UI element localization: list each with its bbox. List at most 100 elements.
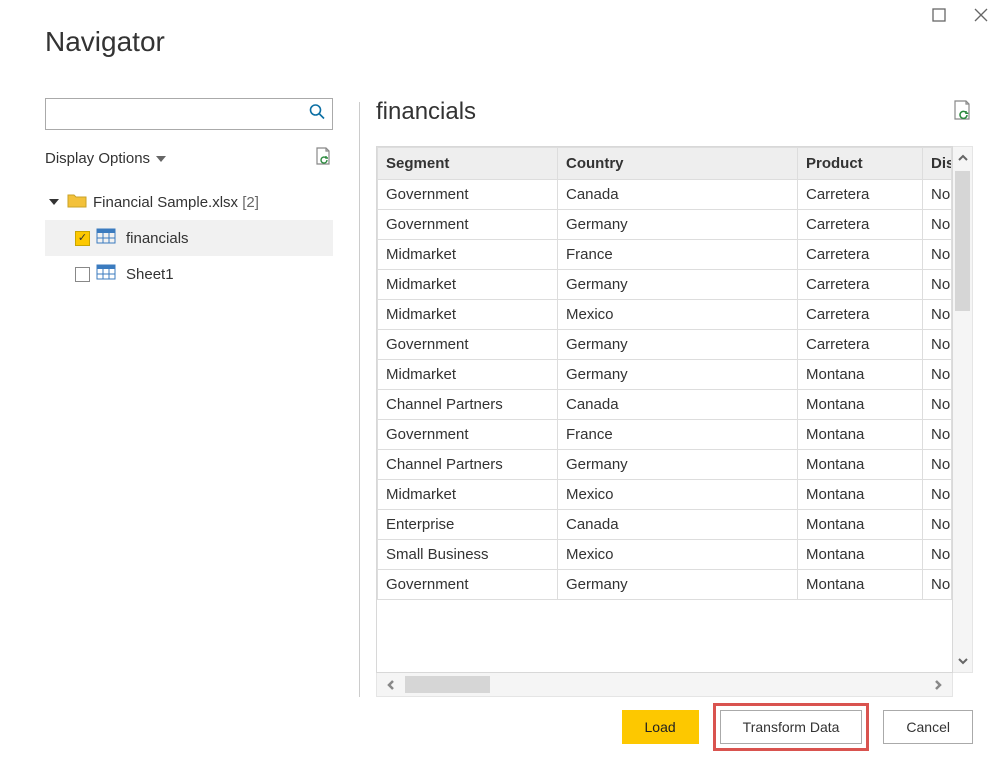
panel-divider [359, 102, 360, 697]
table-row[interactable]: MidmarketGermanyCarreteraNo [378, 270, 952, 300]
table-cell: Midmarket [378, 240, 558, 270]
search-input[interactable] [46, 99, 332, 129]
table-cell: Montana [798, 510, 923, 540]
window-maximize-icon[interactable] [930, 6, 948, 24]
table-cell: Canada [558, 180, 798, 210]
scroll-down-icon[interactable] [953, 650, 972, 672]
table-cell: No [923, 240, 952, 270]
horizontal-scroll-thumb[interactable] [405, 676, 490, 693]
window-close-icon[interactable] [972, 6, 990, 24]
table-cell: Government [378, 330, 558, 360]
table-cell: Enterprise [378, 510, 558, 540]
table-cell: Montana [798, 360, 923, 390]
scroll-left-icon[interactable] [377, 673, 405, 696]
table-row[interactable]: Channel PartnersGermanyMontanaNo [378, 450, 952, 480]
vertical-scroll-thumb[interactable] [955, 171, 970, 311]
column-header[interactable]: Discou [923, 148, 952, 180]
table-cell: Germany [558, 360, 798, 390]
search-icon[interactable] [308, 103, 326, 126]
caret-down-icon [156, 156, 166, 162]
table-cell: No [923, 450, 952, 480]
table-cell: Germany [558, 270, 798, 300]
table-cell: No [923, 540, 952, 570]
table-cell: Mexico [558, 540, 798, 570]
horizontal-scrollbar[interactable] [376, 673, 953, 697]
table-row[interactable]: MidmarketMexicoMontanaNo [378, 480, 952, 510]
scroll-right-icon[interactable] [924, 673, 952, 696]
table-cell: Carretera [798, 210, 923, 240]
tree-checkbox[interactable]: ✓ [75, 231, 90, 246]
transform-data-button[interactable]: Transform Data [720, 710, 863, 744]
table-cell: No [923, 360, 952, 390]
tree-item[interactable]: Sheet1 [45, 256, 333, 292]
table-cell: Carretera [798, 330, 923, 360]
table-cell: Channel Partners [378, 390, 558, 420]
table-cell: Mexico [558, 480, 798, 510]
search-input-wrapper [45, 98, 333, 130]
table-cell: Montana [798, 540, 923, 570]
table-cell: No [923, 420, 952, 450]
column-header[interactable]: Segment [378, 148, 558, 180]
table-row[interactable]: Channel PartnersCanadaMontanaNo [378, 390, 952, 420]
tree-checkbox[interactable] [75, 267, 90, 282]
table-cell: Small Business [378, 540, 558, 570]
table-cell: No [923, 210, 952, 240]
table-cell: Carretera [798, 270, 923, 300]
column-header[interactable]: Country [558, 148, 798, 180]
table-row[interactable]: GovernmentCanadaCarreteraNo [378, 180, 952, 210]
table-cell: Midmarket [378, 300, 558, 330]
table-row[interactable]: GovernmentGermanyCarreteraNo [378, 210, 952, 240]
table-cell: Midmarket [378, 480, 558, 510]
table-row[interactable]: Small BusinessMexicoMontanaNo [378, 540, 952, 570]
table-cell: Carretera [798, 180, 923, 210]
table-cell: Midmarket [378, 360, 558, 390]
table-icon [96, 264, 116, 284]
table-cell: Montana [798, 420, 923, 450]
table-row[interactable]: MidmarketMexicoCarreteraNo [378, 300, 952, 330]
load-button[interactable]: Load [622, 710, 699, 744]
table-cell: Montana [798, 450, 923, 480]
table-icon [96, 228, 116, 248]
vertical-scrollbar[interactable] [953, 146, 973, 673]
display-options-dropdown[interactable]: Display Options [45, 150, 166, 167]
table-cell: France [558, 420, 798, 450]
column-header[interactable]: Product [798, 148, 923, 180]
tree-root-label: Financial Sample.xlsx [2] [93, 194, 259, 211]
table-row[interactable]: GovernmentGermanyMontanaNo [378, 570, 952, 600]
table-cell: Channel Partners [378, 450, 558, 480]
folder-icon [67, 192, 87, 212]
cancel-button[interactable]: Cancel [883, 710, 973, 744]
table-cell: Carretera [798, 240, 923, 270]
refresh-tree-icon[interactable] [313, 146, 333, 170]
table-row[interactable]: GovernmentFranceMontanaNo [378, 420, 952, 450]
table-row[interactable]: MidmarketFranceCarreteraNo [378, 240, 952, 270]
tree-root[interactable]: Financial Sample.xlsx [2] [45, 184, 333, 220]
table-row[interactable]: GovernmentGermanyCarreteraNo [378, 330, 952, 360]
table-cell: Government [378, 420, 558, 450]
table-cell: Government [378, 570, 558, 600]
tree-item-label: financials [126, 230, 189, 247]
table-cell: Midmarket [378, 270, 558, 300]
scroll-up-icon[interactable] [953, 147, 972, 169]
table-cell: No [923, 330, 952, 360]
tree-item[interactable]: ✓ financials [45, 220, 333, 256]
table-cell: Government [378, 180, 558, 210]
table-cell: Germany [558, 210, 798, 240]
preview-title: financials [376, 98, 476, 126]
table-row[interactable]: EnterpriseCanadaMontanaNo [378, 510, 952, 540]
table-cell: No [923, 570, 952, 600]
navigator-left-panel: Display Options Financial Sample.xlsx [2… [45, 98, 343, 697]
table-row[interactable]: MidmarketGermanyMontanaNo [378, 360, 952, 390]
table-cell: No [923, 270, 952, 300]
dialog-title: Navigator [0, 0, 1008, 58]
table-cell: Montana [798, 480, 923, 510]
preview-panel: financials SegmentCountryProductDiscou G… [376, 98, 973, 697]
tree-collapse-icon[interactable] [49, 199, 59, 205]
table-cell: No [923, 510, 952, 540]
transform-highlight: Transform Data [713, 703, 870, 751]
preview-table: SegmentCountryProductDiscou GovernmentCa… [377, 147, 952, 600]
table-cell: Montana [798, 390, 923, 420]
table-cell: Canada [558, 390, 798, 420]
refresh-preview-icon[interactable] [951, 99, 973, 126]
table-cell: Germany [558, 330, 798, 360]
